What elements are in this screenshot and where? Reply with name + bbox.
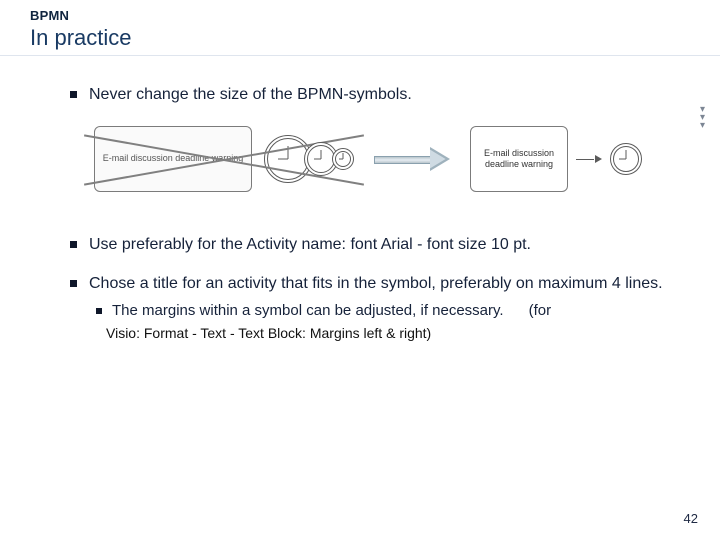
correct-task-box: E-mail discussion deadline warning xyxy=(470,126,568,192)
bullet-marker xyxy=(70,241,77,248)
sub-bullet-1-row: The margins within a symbol can be adjus… xyxy=(112,301,672,321)
diagram-wrong: E-mail discussion deadline warning xyxy=(92,124,356,194)
sub-bullet-1-cont: Visio: Format - Text - Text Block: Margi… xyxy=(106,325,672,341)
page-number: 42 xyxy=(684,511,698,526)
bullet-marker xyxy=(70,91,77,98)
wrong-task-box: E-mail discussion deadline warning xyxy=(94,126,252,192)
slide-body: Never change the size of the BPMN-symbol… xyxy=(0,56,720,341)
arrow-right-icon xyxy=(374,147,452,171)
edge-decor: ▾▾▾ xyxy=(700,108,706,128)
timer-icon xyxy=(332,148,354,170)
bullet-3: Chose a title for an activity that fits … xyxy=(70,273,672,295)
bullet-2: Use preferably for the Activity name: fo… xyxy=(70,234,672,256)
bullet-1-text: Never change the size of the BPMN-symbol… xyxy=(89,84,412,106)
bullet-3-text: Chose a title for an activity that fits … xyxy=(89,273,663,295)
diagram-correct: E-mail discussion deadline warning xyxy=(470,126,642,192)
slide-header: BPMN In practice xyxy=(0,0,720,56)
header-kicker: BPMN xyxy=(30,8,720,23)
bullet-2-text: Use preferably for the Activity name: fo… xyxy=(89,234,531,256)
bullet-marker xyxy=(70,280,77,287)
timer-icon xyxy=(610,143,642,175)
bpmn-diagram: E-mail discussion deadline warning E-mai… xyxy=(92,124,672,194)
bullet-marker xyxy=(96,308,102,314)
wrong-timers xyxy=(264,131,354,187)
sub-bullet-1: The margins within a symbol can be adjus… xyxy=(96,301,672,321)
sub-bullet-1-text: The margins within a symbol can be adjus… xyxy=(112,302,504,319)
sub-bullet-1-note: (for xyxy=(529,302,552,319)
bullet-1: Never change the size of the BPMN-symbol… xyxy=(70,84,672,106)
sequence-arrow-icon xyxy=(576,154,602,164)
header-title: In practice xyxy=(30,25,720,51)
